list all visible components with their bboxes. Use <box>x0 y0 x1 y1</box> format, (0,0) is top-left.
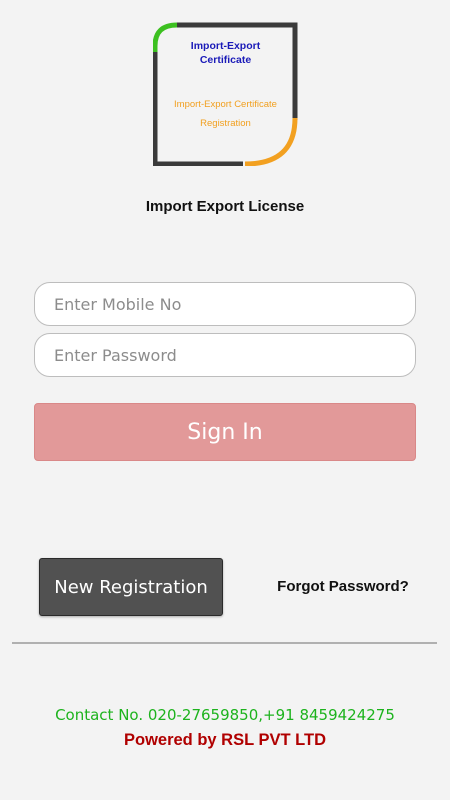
powered-by: Powered by RSL PVT LTD <box>123 731 326 749</box>
logo-title: Import-Export Certificate <box>153 39 298 67</box>
app-title: Import Export License <box>145 198 305 215</box>
mobile-number-input[interactable] <box>34 282 416 326</box>
sign-in-label: Sign In <box>187 419 263 445</box>
logo-line-2: Certificate <box>199 54 252 66</box>
logo-subtitle: Import-Export Certificate Registration <box>153 95 298 133</box>
contact-info: Contact No. 020-27659850,+91 8459424275 <box>55 706 395 724</box>
app-logo: Import-Export Certificate Import-Export … <box>152 22 298 167</box>
logo-line-1: Import-Export <box>190 40 261 52</box>
divider <box>12 642 437 644</box>
forgot-password-link[interactable]: Forgot Password? <box>262 578 424 595</box>
logo-line-4: Registration <box>200 118 251 129</box>
logo-line-3: Import-Export Certificate <box>174 99 277 110</box>
new-registration-label: New Registration <box>54 576 208 598</box>
password-input[interactable] <box>34 333 416 377</box>
sign-in-button[interactable]: Sign In <box>34 403 416 461</box>
new-registration-button[interactable]: New Registration <box>39 558 223 616</box>
